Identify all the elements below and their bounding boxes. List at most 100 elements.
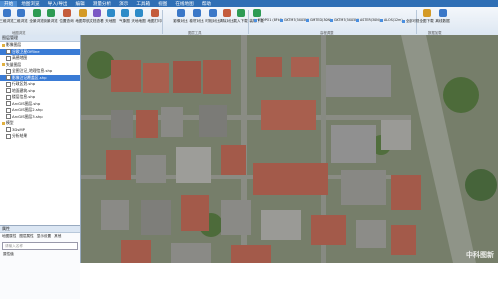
ribbon-button-label: 文档查看 (89, 19, 104, 23)
folder-icon (2, 43, 5, 47)
menu-item[interactable]: 帮助 (198, 1, 215, 7)
ribbon-button[interactable]: 全景浏览 (29, 8, 44, 29)
layer-label: ArcGIS图层3.shp (12, 113, 43, 119)
ribbon-button[interactable]: 气象图 (118, 8, 131, 29)
menu-item[interactable]: 开始 (0, 0, 18, 7)
layer-label: 谷歌卫星Offline (12, 48, 40, 54)
ribbon-button[interactable]: 天地地图 (131, 8, 146, 29)
layer-label: ArcGIS图层.shp (12, 100, 41, 106)
ribbon-button-label: 时相对比 (205, 19, 220, 23)
tool-icon (46, 9, 55, 17)
ribbon-button[interactable]: 载入下载 (233, 8, 248, 29)
layer-label: 矢量图层 (6, 61, 22, 67)
tool-icon (32, 9, 41, 17)
ribbon-button[interactable]: 卷帘对比 (189, 8, 204, 29)
ribbon-toolbar: 三维浏览 二维浏览 全景浏览 街景浏览 位置查询 地图导航 文档查看 天地图 气象图 天地地图 地图… (0, 7, 498, 36)
layer-label: 楼层信息.shp (12, 94, 36, 99)
tool-icon (208, 9, 217, 17)
ribbon-button[interactable]: 三维浏览 (0, 8, 14, 29)
menu-item[interactable]: 工具箱 (132, 1, 154, 7)
ribbon-button-label: 三维浏览 (0, 19, 14, 23)
tool-icon (120, 9, 129, 17)
folder-icon (2, 63, 5, 66)
radio-icon (380, 18, 383, 22)
ribbon-button-label: 天地地图 (131, 19, 146, 23)
checkbox-icon[interactable] (6, 68, 11, 74)
layer-panel: 图层管理 影像图层 谷歌卫星Offline 高德地图 矢量图层 全图注记_地理信息.sh… (0, 35, 81, 299)
checkbox-icon[interactable] (6, 88, 11, 93)
menu-item[interactable]: 地图浏览 (17, 1, 43, 7)
ribbon-button[interactable]: 二维浏览 (13, 8, 28, 29)
elevation-source-label: GMTED(30N) (310, 18, 332, 22)
menu-item[interactable]: 导入/导出 (44, 1, 72, 7)
tool-icon (192, 9, 201, 17)
ribbon-button[interactable]: 天地图 (104, 8, 117, 29)
checkbox-icon[interactable] (6, 107, 11, 113)
menu-item[interactable]: 演示 (115, 1, 132, 7)
ribbon-button-label: 气象图 (119, 19, 130, 23)
elevation-source-label: 全部可视 (406, 19, 420, 23)
checkbox-icon[interactable] (6, 55, 11, 61)
menu-item[interactable]: 测量分析 (89, 1, 115, 7)
properties-tab[interactable]: 显示设置 (37, 234, 51, 239)
tool-icon (62, 9, 71, 17)
tool-icon (222, 9, 231, 17)
layer-label: 影像图层 (6, 42, 22, 47)
menu-item[interactable]: 视图 (154, 1, 171, 7)
tool-icon (92, 9, 101, 17)
search-input[interactable]: 请输入名称 (2, 242, 78, 250)
checkbox-icon[interactable] (6, 94, 11, 100)
checkbox-icon[interactable] (6, 127, 11, 132)
elevation-source-label: ETOPO1 (8Ft4) (258, 18, 283, 22)
radio-icon (356, 18, 359, 22)
ribbon-separator (162, 10, 163, 34)
ribbon-button-label: 载入下载 (233, 19, 248, 23)
ribbon-button-label: 地图导航 (75, 19, 90, 23)
tool-icon (176, 9, 185, 17)
layer-label: 分析结果 (12, 133, 28, 138)
radio-icon (254, 18, 257, 22)
map-view[interactable]: 中科图新 (81, 35, 498, 263)
checkbox-icon[interactable] (6, 49, 11, 54)
checkbox-icon[interactable] (6, 101, 11, 106)
ribbon-button-label: 离线数据 (435, 19, 450, 23)
radio-icon (306, 18, 309, 22)
ribbon-button[interactable]: 影像对比 (173, 8, 188, 29)
tool-icon (134, 9, 143, 17)
checkbox-icon[interactable] (6, 75, 11, 80)
ribbon-button-label: 天地图 (105, 19, 116, 23)
layer-tree-item[interactable]: 分析结果 (0, 133, 80, 140)
ribbon-button-label: 影像对比 (173, 19, 188, 23)
tool-icon (150, 9, 159, 17)
ribbon-button[interactable]: 位置查询 (59, 8, 74, 29)
folder-icon (2, 121, 5, 125)
properties-tabs: 地图属性 图层属性 显示设置 其他 (0, 233, 80, 240)
ribbon-button[interactable]: 时相对比 (205, 8, 220, 29)
ribbon-button[interactable]: 离线数据 (435, 8, 450, 29)
checkbox-icon[interactable] (6, 81, 11, 87)
menu-item[interactable]: 编辑 (72, 1, 89, 7)
ribbon-button-label: 街景浏览 (43, 19, 58, 23)
ribbon-button[interactable]: 街景浏览 (43, 8, 58, 29)
properties-tab[interactable]: 地图属性 (2, 234, 16, 239)
properties-tab[interactable]: 图层属性 (19, 234, 33, 239)
tool-icon (16, 9, 25, 17)
properties-tab[interactable]: 其他 (54, 234, 61, 239)
ribbon-button[interactable]: 地图打印 (147, 8, 162, 29)
ribbon-button-label: 全景浏览 (29, 19, 44, 23)
ribbon-button[interactable]: 地图导航 (75, 8, 90, 29)
checkbox-icon[interactable] (6, 114, 11, 119)
layer-panel-title: 图层管理 (0, 35, 80, 42)
layer-label: 影像注记覆盖区.shp (12, 74, 47, 80)
ribbon-button[interactable]: 清除对比 (219, 8, 234, 29)
satellite-image (81, 35, 498, 263)
ribbon-button-label: 卷帘对比 (189, 19, 204, 23)
tool-icon (438, 9, 447, 17)
checkbox-icon[interactable] (6, 133, 11, 139)
menu-item[interactable]: 在线地图 (171, 1, 197, 7)
tool-icon (2, 9, 11, 17)
layer-label: 模型 (6, 120, 14, 125)
layer-label: 高德地图 (12, 55, 28, 60)
ribbon-button[interactable]: 文档查看 (89, 8, 104, 29)
elevation-source-option[interactable]: 全部可视 (402, 10, 434, 28)
